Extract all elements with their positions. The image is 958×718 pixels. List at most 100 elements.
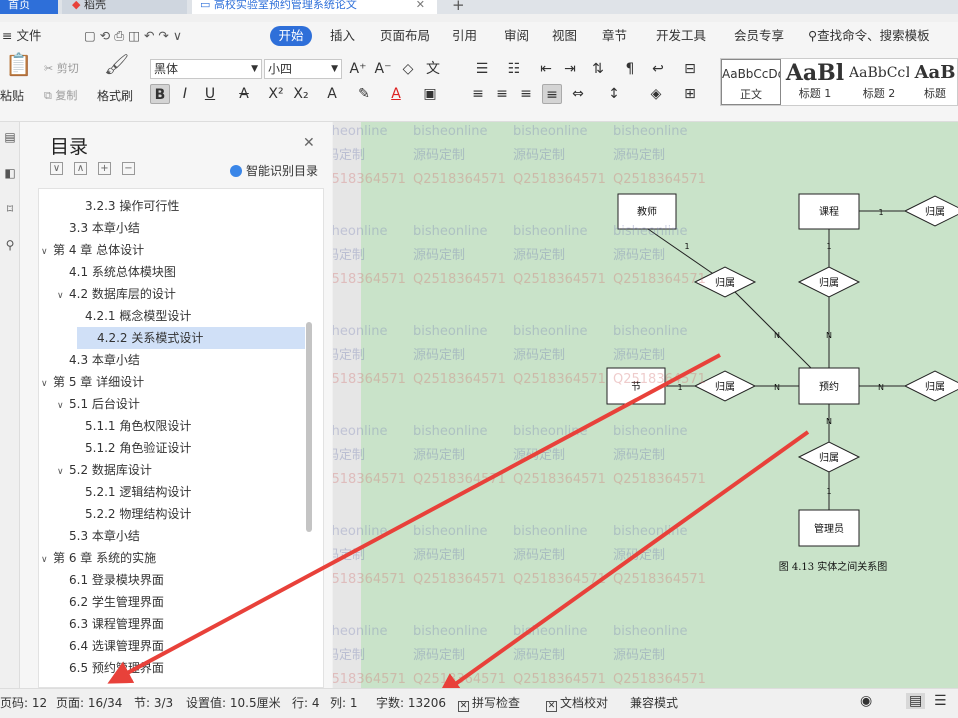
- toc-item[interactable]: ∨ 第 4 章 总体设计: [39, 239, 309, 261]
- add-tab-button[interactable]: +: [452, 0, 472, 14]
- search-icon[interactable]: ⚲: [3, 238, 17, 252]
- menu-developer[interactable]: 开发工具: [656, 26, 706, 46]
- superscript-button[interactable]: X²: [266, 84, 286, 104]
- navigation-icon[interactable]: ◧: [3, 166, 17, 180]
- remove-heading-icon[interactable]: −: [122, 162, 135, 175]
- menu-review[interactable]: 审阅: [504, 26, 529, 46]
- grow-font-icon[interactable]: A⁺: [348, 59, 368, 79]
- tab-docer[interactable]: ◆ 稻壳: [62, 0, 187, 14]
- page-view-icon[interactable]: ▤: [906, 693, 926, 709]
- chevron-down-icon[interactable]: ∨: [57, 395, 69, 417]
- align-left-icon[interactable]: ≡: [468, 84, 488, 104]
- toc-item[interactable]: ∨ 4.2 数据库层的设计: [39, 283, 309, 305]
- close-tab-icon[interactable]: ✕: [416, 0, 425, 10]
- smart-toc-button[interactable]: 智能识别目录: [230, 162, 318, 179]
- menu-view[interactable]: 视图: [552, 26, 577, 46]
- copy-button[interactable]: ⧉ 复制: [44, 88, 77, 104]
- toc-item[interactable]: 6.5 预约管理界面: [39, 657, 309, 679]
- document-area[interactable]: 教师 课程 节 预约 管理员 归属 归属 归属 归属 归属 归属 1 1 1 1…: [333, 122, 958, 688]
- font-color-button[interactable]: A: [386, 84, 406, 104]
- menu-file[interactable]: ≡ 文件: [2, 26, 41, 46]
- paste-icon[interactable]: 📋: [5, 55, 32, 77]
- expand-up-icon[interactable]: ∧: [74, 162, 87, 175]
- status-word-count[interactable]: 字数: 13206: [376, 695, 446, 711]
- highlight-icon[interactable]: ✎: [354, 84, 374, 104]
- toc-item[interactable]: 6.1 登录模块界面: [39, 569, 309, 591]
- menu-insert[interactable]: 插入: [330, 26, 355, 46]
- distribute-icon[interactable]: ⇔: [568, 84, 588, 104]
- toc-item[interactable]: 6.4 选课管理界面: [39, 635, 309, 657]
- menu-layout[interactable]: 页面布局: [380, 26, 430, 46]
- style-heading-2[interactable]: AaBbCcI 标题 2: [849, 59, 909, 105]
- numbered-list-icon[interactable]: ☷: [504, 59, 524, 79]
- menu-start[interactable]: 开始: [270, 26, 312, 46]
- font-size-select[interactable]: 小四 ▼: [264, 59, 342, 79]
- line-spacing-icon[interactable]: ↕: [604, 84, 624, 104]
- text-effect-icon[interactable]: A: [322, 84, 342, 104]
- proofread-button[interactable]: ✕ 文档校对: [546, 695, 608, 712]
- style-normal[interactable]: AaBbCcDd 正文: [721, 59, 781, 105]
- subscript-button[interactable]: X₂: [291, 84, 311, 104]
- sort-icon[interactable]: ⇅: [588, 59, 608, 79]
- tab-document[interactable]: ▭ 高校实验室预约管理系统论文 ✕: [192, 0, 437, 14]
- chevron-down-icon[interactable]: ∨: [41, 241, 53, 263]
- italic-button[interactable]: I: [175, 84, 195, 104]
- eye-icon[interactable]: ◉: [860, 693, 872, 709]
- bullet-list-icon[interactable]: ☰: [472, 59, 492, 79]
- toc-item[interactable]: ∨ 5.1 后台设计: [39, 393, 309, 415]
- chevron-down-icon[interactable]: ∨: [41, 373, 53, 395]
- shading-icon[interactable]: ◈: [646, 84, 666, 104]
- toc-item[interactable]: 3.3 本章小结: [39, 217, 309, 239]
- tab-stop-icon[interactable]: ⊟: [680, 59, 700, 79]
- chevron-down-icon[interactable]: ∨: [57, 461, 69, 483]
- align-center-icon[interactable]: ≡: [492, 84, 512, 104]
- indent-icon[interactable]: ⇥: [560, 59, 580, 79]
- show-marks-icon[interactable]: ¶: [620, 59, 640, 79]
- toc-item[interactable]: 6.2 学生管理界面: [39, 591, 309, 613]
- strikethrough-button[interactable]: A: [234, 84, 254, 104]
- toc-item[interactable]: ∨ 第 5 章 详细设计: [39, 371, 309, 393]
- format-painter-button[interactable]: 格式刷: [97, 88, 133, 104]
- menu-member[interactable]: 会员专享: [734, 26, 784, 46]
- outline-view-icon[interactable]: ☰: [934, 693, 947, 709]
- quick-access-toolbar[interactable]: ▢ ⟲ ⎙ ◫ ↶ ↷ ∨: [84, 26, 182, 46]
- chevron-down-icon[interactable]: ∨: [57, 285, 69, 307]
- toc-item[interactable]: 5.3 本章小结: [39, 525, 309, 547]
- toc-item[interactable]: 4.2.1 概念模型设计: [39, 305, 309, 327]
- style-heading-1[interactable]: AaBl 标题 1: [785, 59, 845, 105]
- toc-item[interactable]: 4.1 系统总体模块图: [39, 261, 309, 283]
- phonetic-icon[interactable]: 文: [423, 59, 443, 79]
- bold-button[interactable]: B: [150, 84, 170, 104]
- menu-chapter[interactable]: 章节: [602, 26, 627, 46]
- toc-item[interactable]: 5.1.1 角色权限设计: [39, 415, 309, 437]
- collapse-all-icon[interactable]: ∨: [50, 162, 63, 175]
- toc-item[interactable]: 4.2.2 关系模式设计: [77, 327, 305, 349]
- bookmark-icon[interactable]: ⌑: [3, 202, 17, 216]
- toc-item[interactable]: 4.3 本章小结: [39, 349, 309, 371]
- chevron-down-icon[interactable]: ∨: [41, 549, 53, 571]
- tab-home[interactable]: 首页: [0, 0, 58, 14]
- outdent-icon[interactable]: ⇤: [536, 59, 556, 79]
- style-title[interactable]: AaB 标题: [913, 59, 957, 105]
- add-heading-icon[interactable]: +: [98, 162, 111, 175]
- toc-item[interactable]: 5.2.1 逻辑结构设计: [39, 481, 309, 503]
- wrap-icon[interactable]: ↩: [648, 59, 668, 79]
- char-border-icon[interactable]: ▣: [420, 84, 440, 104]
- spell-check-button[interactable]: ✕ 拼写检查: [458, 695, 520, 712]
- underline-button[interactable]: U: [200, 84, 220, 104]
- toc-item[interactable]: 5.1.2 角色验证设计: [39, 437, 309, 459]
- search-box[interactable]: ⚲查找命令、搜索模板: [808, 26, 930, 46]
- toc-panel-icon[interactable]: ▤: [3, 130, 17, 144]
- paste-button[interactable]: 粘贴: [0, 88, 24, 104]
- toc-scrollbar[interactable]: [306, 322, 312, 532]
- justify-icon[interactable]: ≡: [542, 84, 562, 104]
- close-icon[interactable]: ✕: [303, 135, 315, 151]
- align-right-icon[interactable]: ≡: [516, 84, 536, 104]
- cut-button[interactable]: ✂ 剪切: [44, 61, 79, 77]
- eraser-icon[interactable]: ◇: [398, 59, 418, 79]
- toc-item[interactable]: ∨ 5.2 数据库设计: [39, 459, 309, 481]
- toc-item[interactable]: 5.2.2 物理结构设计: [39, 503, 309, 525]
- shrink-font-icon[interactable]: A⁻: [373, 59, 393, 79]
- toc-item[interactable]: 3.2.3 操作可行性: [39, 195, 309, 217]
- border-icon[interactable]: ⊞: [680, 84, 700, 104]
